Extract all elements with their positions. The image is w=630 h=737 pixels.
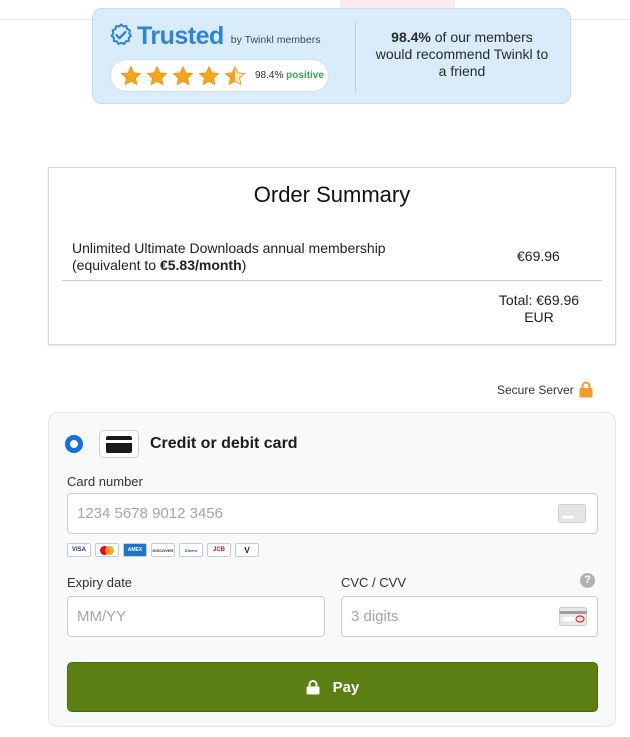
half-star-icon — [224, 65, 246, 85]
card-brand-logos: VISA AMEX DISCOVER Diners JCB V — [67, 543, 263, 557]
pay-lock-icon — [306, 679, 320, 694]
order-summary-title: Order Summary — [253, 182, 411, 207]
card-method-radio[interactable] — [65, 435, 83, 453]
help-icon[interactable]: ? — [580, 573, 595, 588]
rating-percent: 98.4% — [255, 70, 284, 81]
star-rating — [120, 65, 250, 87]
payment-card: Credit or debit card Card number VISA AM… — [48, 412, 616, 727]
rating-positive-word: positive — [286, 70, 324, 81]
diners-logo: Diners — [179, 543, 203, 557]
card-placeholder-icon — [558, 504, 586, 523]
expiry-label: Expiry date — [67, 575, 133, 590]
card-number-label: Card number — [67, 474, 143, 489]
equivalent-price: €5.83/month — [159, 257, 242, 273]
order-item-price: €69.96 — [517, 248, 560, 264]
trust-rating-block: Trusted by Twinkl members 98.4% positive — [109, 21, 339, 92]
verified-badge-icon — [110, 23, 133, 46]
trusted-logo: Trusted by Twinkl members — [109, 21, 339, 49]
star-icon — [146, 65, 168, 85]
equivalent-prefix: (equivalent to — [72, 257, 160, 273]
order-summary-card: Order Summary Unlimited Ultimate Downloa… — [48, 167, 616, 345]
order-total-amount: Total: €69.96 — [498, 292, 580, 308]
pay-button-label[interactable]: Pay — [333, 679, 360, 696]
trusted-word: Trusted — [137, 22, 224, 50]
order-divider — [62, 280, 602, 281]
star-icon — [198, 65, 220, 85]
cvc-card-icon — [559, 607, 587, 626]
trust-banner: Trusted by Twinkl members 98.4% positive… — [92, 8, 571, 104]
recommend-text: 98.4% of our members would recommend Twi… — [371, 29, 553, 80]
order-total: Total: €69.96 EUR — [489, 292, 589, 326]
mastercard-logo — [95, 543, 119, 557]
trusted-by-text: by Twinkl members — [230, 34, 321, 46]
star-icon — [120, 65, 142, 85]
order-item-name: Unlimited Ultimate Downloads annual memb… — [72, 240, 386, 256]
order-total-currency: EUR — [524, 309, 554, 325]
discover-logo: DISCOVER — [151, 543, 175, 557]
rating-pill: 98.4% positive — [110, 59, 329, 92]
order-item-description: Unlimited Ultimate Downloads annual memb… — [72, 240, 432, 274]
secure-server-label: Secure Server — [497, 382, 574, 397]
brand-v-logo: V — [235, 543, 259, 557]
expiry-input[interactable] — [67, 596, 325, 637]
equivalent-suffix: ) — [241, 257, 247, 273]
pay-button[interactable]: Pay — [67, 662, 598, 712]
cvc-label: CVC / CVV — [341, 575, 407, 590]
recommend-percent: 98.4% — [391, 29, 431, 45]
visa-logo: VISA — [67, 543, 91, 557]
card-method-label[interactable]: Credit or debit card — [150, 435, 298, 453]
credit-card-icon — [99, 430, 139, 458]
secure-server-indicator: Secure Server — [497, 381, 593, 398]
rating-text: 98.4% positive — [255, 70, 324, 81]
card-number-input[interactable] — [67, 493, 598, 534]
lock-icon — [579, 381, 593, 398]
amex-logo: AMEX — [123, 543, 147, 557]
jcb-logo: JCB — [207, 543, 231, 557]
trust-divider — [355, 21, 356, 93]
star-icon — [172, 65, 194, 85]
